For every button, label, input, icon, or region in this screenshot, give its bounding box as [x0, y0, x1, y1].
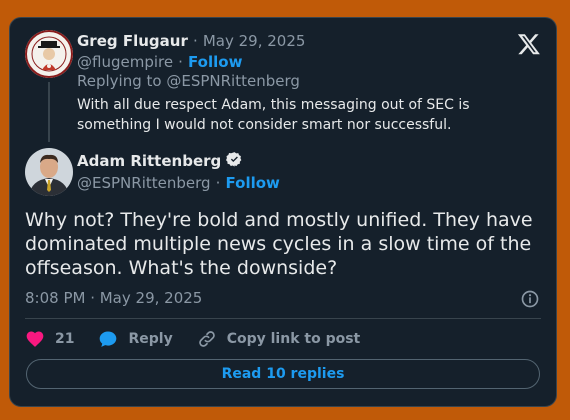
- read-replies-button[interactable]: Read 10 replies: [26, 359, 540, 389]
- like-count: 21: [55, 331, 75, 347]
- reply-author-name[interactable]: Greg Flugaur: [77, 32, 188, 50]
- main-tweet-text: Why not? They're bold and mostly unified…: [25, 209, 533, 279]
- main-handle-row: @ESPNRittenberg · Follow: [77, 173, 280, 192]
- tweet-embed-card: Greg Flugaur · May 29, 2025 @flugempire …: [9, 17, 557, 407]
- link-icon: [198, 331, 215, 347]
- reply-handle-row: @flugempire · Follow: [77, 53, 243, 71]
- reply-button[interactable]: Reply: [98, 329, 173, 349]
- copy-link-label: Copy link to post: [226, 331, 361, 347]
- main-author-row: Adam Rittenberg: [77, 151, 243, 170]
- x-logo-icon[interactable]: [517, 32, 541, 56]
- info-icon[interactable]: [520, 289, 540, 309]
- avatar-greg-flugaur[interactable]: [25, 30, 73, 78]
- follow-button-adam[interactable]: Follow: [226, 174, 280, 192]
- main-author-name[interactable]: Adam Rittenberg: [77, 152, 221, 170]
- mascot-avatar-icon: [25, 30, 73, 78]
- heart-icon: [26, 331, 44, 347]
- separator-dot: ·: [192, 32, 198, 50]
- separator-dot: ·: [215, 174, 221, 192]
- reply-tweet-text: With all due respect Adam, this messagin…: [77, 97, 470, 133]
- divider: [25, 318, 541, 319]
- portrait-avatar-icon: [25, 148, 73, 196]
- avatar-adam-rittenberg[interactable]: [25, 148, 73, 196]
- copy-link-button[interactable]: Copy link to post: [197, 329, 361, 349]
- reply-author-row: Greg Flugaur · May 29, 2025: [77, 31, 305, 50]
- reply-date[interactable]: May 29, 2025: [203, 32, 306, 50]
- reply-bubble-icon: [100, 331, 117, 347]
- tweet-timestamp[interactable]: 8:08 PM · May 29, 2025: [25, 289, 202, 307]
- action-bar: 21 Reply Copy link to post: [25, 327, 384, 351]
- thread-connector-line: [48, 82, 50, 142]
- verified-badge-icon: [226, 152, 242, 167]
- main-handle[interactable]: @ESPNRittenberg: [77, 174, 211, 192]
- replying-to-line: Replying to @ESPNRittenberg: [77, 72, 300, 90]
- like-button[interactable]: 21: [25, 329, 74, 349]
- reply-label: Reply: [128, 331, 173, 347]
- reply-handle[interactable]: @flugempire: [77, 53, 173, 71]
- replying-to-prefix: Replying to: [77, 72, 162, 90]
- follow-button-greg[interactable]: Follow: [188, 53, 242, 71]
- replying-to-handle[interactable]: @ESPNRittenberg: [166, 72, 300, 90]
